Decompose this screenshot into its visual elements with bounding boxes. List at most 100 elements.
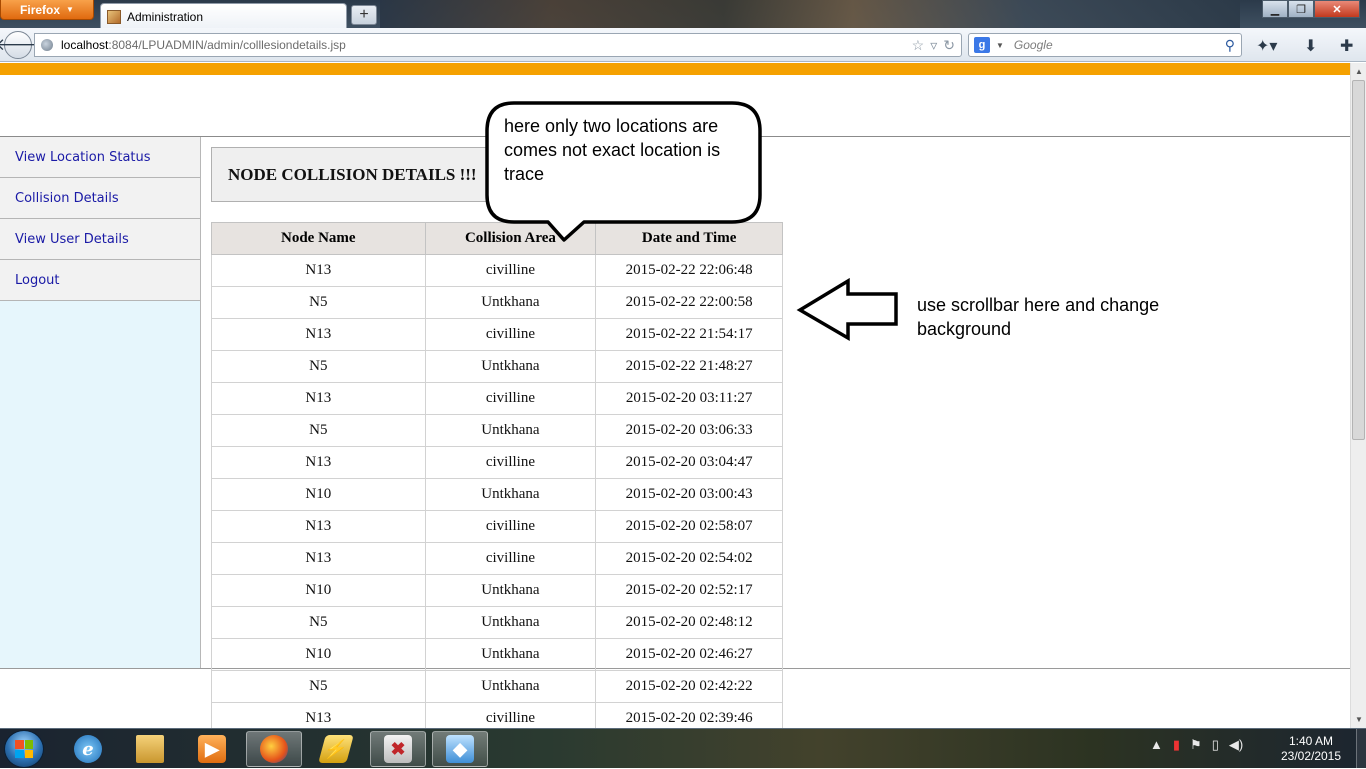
cell-date-time: 2015-02-20 02:58:07 bbox=[595, 510, 783, 543]
system-tray: ▲ ▮ ⚑ ▯ ◀) bbox=[1150, 737, 1243, 753]
cell-collision-area: civilline bbox=[424, 254, 597, 287]
cell-date-time: 2015-02-22 22:00:58 bbox=[595, 286, 783, 319]
table-row: N13 civilline 2015-02-20 02:39:46 bbox=[211, 702, 783, 728]
show-desktop-button[interactable] bbox=[1356, 729, 1366, 769]
table-row: N13 civilline 2015-02-20 03:04:47 bbox=[211, 446, 783, 479]
clock-date: 23/02/2015 bbox=[1280, 749, 1342, 763]
cell-node-name: N5 bbox=[211, 670, 426, 703]
start-button[interactable] bbox=[4, 730, 44, 768]
navigation-toolbar: 🡐 localhost:8084/LPUADMIN/admin/colllesi… bbox=[0, 28, 1366, 62]
maximize-window-button[interactable]: ❐ bbox=[1288, 0, 1314, 18]
bookmarks-menu-icon[interactable]: ✦▾ bbox=[1256, 36, 1277, 56]
table-row: N10 Untkhana 2015-02-20 02:52:17 bbox=[211, 574, 783, 607]
minimize-window-button[interactable]: ▁ bbox=[1262, 0, 1288, 18]
taskbar-app-6[interactable]: ✖ bbox=[370, 731, 426, 767]
cell-collision-area: Untkhana bbox=[424, 414, 597, 447]
page-header-stripe bbox=[0, 63, 1366, 75]
chevron-down-icon[interactable]: ▼ bbox=[996, 41, 1004, 50]
firefox-menu-button[interactable]: Firefox ▼ bbox=[0, 0, 94, 20]
tab-administration[interactable]: Administration bbox=[100, 3, 347, 29]
cell-date-time: 2015-02-20 02:39:46 bbox=[595, 702, 783, 728]
sidebar-item-view-location-status[interactable]: View Location Status bbox=[0, 137, 200, 178]
cell-node-name: N13 bbox=[211, 702, 426, 728]
taskbar-app-7[interactable]: ◆ bbox=[432, 731, 488, 767]
cell-date-time: 2015-02-20 02:54:02 bbox=[595, 542, 783, 575]
collision-table-container: Node Name Collision Area Date and Time N… bbox=[211, 222, 783, 728]
page-scrollbar[interactable]: ▲ ▼ bbox=[1350, 63, 1366, 728]
taskbar-winamp[interactable]: ⚡ bbox=[308, 731, 364, 767]
chevron-down-icon: ▼ bbox=[66, 5, 74, 14]
sidebar-item-collision-details[interactable]: Collision Details bbox=[0, 178, 200, 219]
taskbar-media-player[interactable]: ▶ bbox=[184, 731, 240, 767]
firefox-menu-label: Firefox bbox=[20, 2, 61, 17]
search-bar[interactable]: g ▼ Google ⚲ bbox=[968, 33, 1242, 57]
taskbar-file-explorer[interactable] bbox=[122, 731, 178, 767]
search-icon[interactable]: ⚲ bbox=[1225, 37, 1235, 54]
address-bar[interactable]: localhost:8084/LPUADMIN/admin/colllesion… bbox=[34, 33, 962, 57]
scroll-down-arrow-icon[interactable]: ▼ bbox=[1351, 711, 1366, 728]
back-button[interactable]: 🡐 bbox=[0, 31, 41, 59]
collision-table: Node Name Collision Area Date and Time N… bbox=[211, 222, 783, 728]
windows-logo-icon bbox=[15, 740, 33, 758]
cell-collision-area: Untkhana bbox=[424, 478, 597, 511]
cell-collision-area: Untkhana bbox=[424, 638, 597, 671]
sidebar-item-logout[interactable]: Logout bbox=[0, 260, 200, 301]
winamp-icon: ⚡ bbox=[318, 735, 354, 763]
cell-date-time: 2015-02-20 02:52:17 bbox=[595, 574, 783, 607]
windows-taskbar: e ▶ ⚡ ✖ ◆ ▲ ▮ ⚑ ▯ ◀) 1:40 AM 23/02/2015 bbox=[0, 728, 1366, 769]
battery-icon[interactable]: ▯ bbox=[1212, 737, 1219, 753]
scroll-up-arrow-icon[interactable]: ▲ bbox=[1351, 63, 1366, 80]
cell-collision-area: civilline bbox=[424, 382, 597, 415]
volume-icon[interactable]: ◀) bbox=[1229, 737, 1243, 753]
cell-date-time: 2015-02-20 03:04:47 bbox=[595, 446, 783, 479]
cell-node-name: N5 bbox=[211, 414, 426, 447]
signal-icon[interactable]: ▮ bbox=[1173, 737, 1180, 753]
close-window-button[interactable]: ✕ bbox=[1314, 0, 1360, 18]
address-bar-icons: ☆ ▿ ↻ bbox=[912, 37, 955, 54]
show-hidden-icons-icon[interactable]: ▲ bbox=[1150, 737, 1163, 753]
history-dropdown-icon[interactable]: ▿ bbox=[930, 37, 937, 54]
browser-title-bar: Firefox ▼ Administration + ▁ ❐ ✕ bbox=[0, 0, 1366, 29]
cell-node-name: N13 bbox=[211, 446, 426, 479]
cell-node-name: N5 bbox=[211, 606, 426, 639]
cell-date-time: 2015-02-22 22:06:48 bbox=[595, 254, 783, 287]
cell-collision-area: civilline bbox=[424, 510, 597, 543]
search-placeholder: Google bbox=[1013, 38, 1053, 52]
table-row: N5 Untkhana 2015-02-22 22:00:58 bbox=[211, 286, 783, 319]
table-row: N5 Untkhana 2015-02-22 21:48:27 bbox=[211, 350, 783, 383]
download-icon[interactable]: ⬇ bbox=[1304, 36, 1317, 56]
new-tab-button[interactable]: + bbox=[351, 5, 377, 25]
cell-date-time: 2015-02-20 02:46:27 bbox=[595, 638, 783, 671]
table-row: N5 Untkhana 2015-02-20 03:06:33 bbox=[211, 414, 783, 447]
addons-puzzle-icon[interactable]: ✚ bbox=[1340, 36, 1353, 56]
sidebar-item-view-user-details[interactable]: View User Details bbox=[0, 219, 200, 260]
table-row: N10 Untkhana 2015-02-20 03:00:43 bbox=[211, 478, 783, 511]
cell-date-time: 2015-02-20 02:42:22 bbox=[595, 670, 783, 703]
left-arrow-annotation bbox=[796, 278, 898, 342]
action-center-flag-icon[interactable]: ⚑ bbox=[1190, 737, 1202, 753]
folder-icon bbox=[136, 735, 164, 763]
cell-date-time: 2015-02-20 02:48:12 bbox=[595, 606, 783, 639]
scrollbar-thumb[interactable] bbox=[1352, 80, 1365, 440]
bookmark-star-icon[interactable]: ☆ bbox=[912, 37, 925, 54]
cell-node-name: N5 bbox=[211, 350, 426, 383]
minimize-icon: ▁ bbox=[1270, 3, 1280, 16]
cell-node-name: N5 bbox=[211, 286, 426, 319]
cell-collision-area: Untkhana bbox=[424, 350, 597, 383]
cell-node-name: N13 bbox=[211, 510, 426, 543]
taskbar-clock[interactable]: 1:40 AM 23/02/2015 bbox=[1276, 734, 1346, 764]
taskbar-internet-explorer[interactable]: e bbox=[60, 731, 116, 767]
red-app-icon: ✖ bbox=[384, 735, 412, 763]
clock-time: 1:40 AM bbox=[1288, 734, 1334, 748]
google-engine-icon[interactable]: g bbox=[974, 37, 990, 53]
table-row: N13 civilline 2015-02-20 03:11:27 bbox=[211, 382, 783, 415]
reload-icon[interactable]: ↻ bbox=[943, 37, 955, 54]
cell-node-name: N13 bbox=[211, 318, 426, 351]
taskbar-firefox[interactable] bbox=[246, 731, 302, 767]
table-row: N10 Untkhana 2015-02-20 02:46:27 bbox=[211, 638, 783, 671]
table-row: N13 civilline 2015-02-22 21:54:17 bbox=[211, 318, 783, 351]
site-identity-icon[interactable] bbox=[41, 39, 53, 51]
cell-collision-area: Untkhana bbox=[424, 574, 597, 607]
cell-collision-area: Untkhana bbox=[424, 670, 597, 703]
cell-collision-area: Untkhana bbox=[424, 606, 597, 639]
